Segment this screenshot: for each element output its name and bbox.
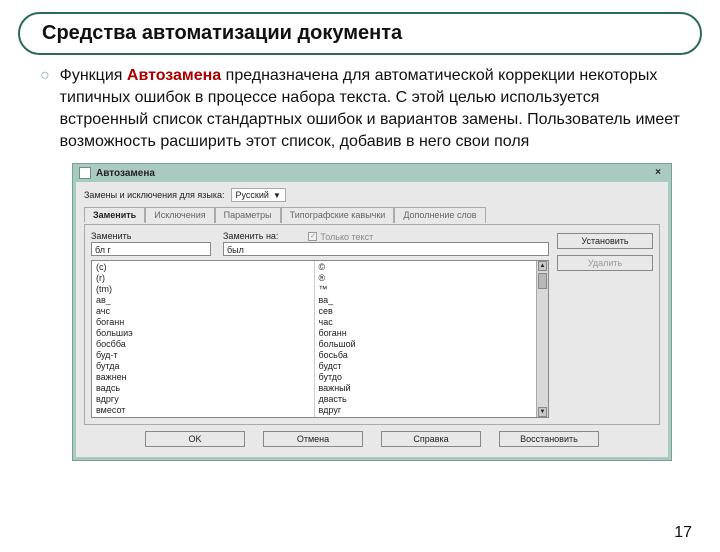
list-item[interactable]: взгл д	[92, 416, 314, 417]
delete-button[interactable]: Удалить	[557, 255, 653, 271]
slide-title: Средства автоматизации документа	[42, 22, 678, 45]
list-item[interactable]: бутда	[92, 361, 314, 372]
bullet-dot: ○	[40, 65, 50, 153]
list-col-replacement: ©®™ва_севчасбоганнбольшойбосьбабудстбутд…	[315, 261, 537, 417]
list-item[interactable]: будст	[315, 361, 537, 372]
list-item[interactable]: (r)	[92, 273, 314, 284]
scroll-down-icon[interactable]: ▼	[538, 407, 547, 417]
list-item[interactable]: ©	[315, 262, 537, 273]
dialog-screenshot: Автозамена × Замены и исключения для язы…	[72, 163, 672, 461]
list-item[interactable]: вадсь	[92, 383, 314, 394]
replacement-listbox[interactable]: (c)(r)(tm)ав_ачсбоганнбольшиэбосббабуд-т…	[91, 260, 549, 418]
tab-pane-replace: Заменить бл г Заменить на: ✓ Только текс…	[84, 224, 660, 425]
with-label: Заменить на:	[223, 231, 278, 241]
replace-left-col: Заменить бл г Заменить на: ✓ Только текс…	[91, 231, 549, 418]
list-item[interactable]: ачс	[92, 306, 314, 317]
list-item[interactable]: вдруг	[315, 405, 537, 416]
tabs: Заменить Исключения Параметры Типографск…	[84, 206, 660, 222]
list-item[interactable]: большиэ	[92, 328, 314, 339]
help-button[interactable]: Справка	[381, 431, 481, 447]
dialog-app-icon	[79, 167, 91, 179]
only-text-label: Только текст	[320, 232, 373, 242]
tab-word-completion[interactable]: Дополнение слов	[394, 207, 485, 223]
close-icon[interactable]: ×	[651, 167, 665, 179]
bullet-text-pre: Функция	[60, 67, 127, 84]
tab-replace[interactable]: Заменить	[84, 207, 145, 223]
page-number: 17	[674, 524, 692, 542]
side-buttons: Установить Удалить	[557, 231, 653, 418]
language-row: Замены и исключения для языка: Русский ▼	[84, 188, 660, 202]
language-value: Русский	[236, 190, 269, 200]
with-input[interactable]: был	[223, 242, 549, 256]
list-item[interactable]: важный	[315, 383, 537, 394]
dialog-title: Автозамена	[96, 168, 155, 179]
dialog-titlebar: Автозамена ×	[73, 164, 671, 182]
tab-quotes[interactable]: Типографские кавычки	[281, 207, 395, 223]
scrollbar[interactable]: ▲ ▼	[536, 261, 548, 417]
list-item[interactable]: большой	[315, 339, 537, 350]
replace-input[interactable]: бл г	[91, 242, 211, 256]
list-item[interactable]: вдргу	[92, 394, 314, 405]
ok-button[interactable]: OK	[145, 431, 245, 447]
list-item[interactable]: двасть	[315, 394, 537, 405]
list-item[interactable]: ™	[315, 284, 537, 295]
tab-exceptions[interactable]: Исключения	[145, 207, 214, 223]
bullet-item: ○ Функция Автозамена предназначена для а…	[40, 65, 692, 153]
cancel-button[interactable]: Отмена	[263, 431, 363, 447]
language-label: Замены и исключения для языка:	[84, 190, 225, 200]
dialog: Автозамена × Замены и исключения для язы…	[72, 163, 672, 461]
chevron-down-icon: ▼	[273, 191, 281, 200]
list-item[interactable]: вместо	[315, 416, 537, 417]
tab-options[interactable]: Параметры	[215, 207, 281, 223]
language-select[interactable]: Русский ▼	[231, 188, 286, 202]
list-item[interactable]: важнен	[92, 372, 314, 383]
reset-button[interactable]: Восстановить	[499, 431, 599, 447]
slide-title-bar: Средства автоматизации документа	[18, 12, 702, 55]
scroll-up-icon[interactable]: ▲	[538, 261, 547, 271]
list-col-pattern: (c)(r)(tm)ав_ачсбоганнбольшиэбосббабуд-т…	[92, 261, 314, 417]
dialog-body: Замены и исключения для языка: Русский ▼…	[76, 182, 668, 457]
list-item[interactable]: час	[315, 317, 537, 328]
bullet-accent: Автозамена	[127, 67, 221, 84]
only-text-checkbox[interactable]: ✓	[308, 232, 317, 241]
list-item[interactable]: сев	[315, 306, 537, 317]
list-item[interactable]: вмесот	[92, 405, 314, 416]
list-item[interactable]: босьба	[315, 350, 537, 361]
scroll-thumb[interactable]	[538, 273, 547, 289]
list-item[interactable]: ав_	[92, 295, 314, 306]
list-item[interactable]: боганн	[92, 317, 314, 328]
replace-label: Заменить	[91, 231, 211, 241]
list-item[interactable]: бутдо	[315, 372, 537, 383]
fields-row: Заменить бл г Заменить на: ✓ Только текс…	[91, 231, 549, 256]
set-button[interactable]: Установить	[557, 233, 653, 249]
list-item[interactable]: босбба	[92, 339, 314, 350]
list-item[interactable]: боганн	[315, 328, 537, 339]
bottom-buttons: OK Отмена Справка Восстановить	[84, 425, 660, 449]
bullet-text: Функция Автозамена предназначена для авт…	[60, 65, 692, 153]
body-area: ○ Функция Автозамена предназначена для а…	[0, 65, 720, 461]
list-item[interactable]: ва_	[315, 295, 537, 306]
list-item[interactable]: буд-т	[92, 350, 314, 361]
list-item[interactable]: (tm)	[92, 284, 314, 295]
list-item[interactable]: (c)	[92, 262, 314, 273]
list-item[interactable]: ®	[315, 273, 537, 284]
